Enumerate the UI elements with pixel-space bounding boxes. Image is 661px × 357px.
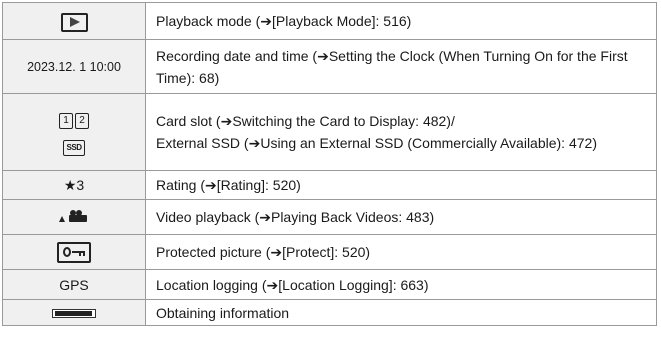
reference-text: Playing Back Videos: 483) bbox=[270, 209, 435, 225]
rating-icon: ★3 bbox=[63, 177, 85, 193]
description-text: Video playback ( bbox=[156, 209, 260, 225]
description-cell: Playback mode (➔[Playback Mode]: 516) bbox=[145, 2, 657, 40]
arrow-icon: ➔ bbox=[317, 47, 329, 64]
description-cell: Rating (➔[Rating]: 520) bbox=[145, 170, 657, 200]
description-cell: Card slot (➔Switching the Card to Displa… bbox=[145, 93, 657, 171]
table-row: 12 SSD Card slot (➔Switching the Card to… bbox=[2, 93, 657, 171]
obtaining-information-icon bbox=[52, 309, 96, 319]
playback-mode-icon bbox=[60, 12, 88, 32]
arrow-icon: ➔ bbox=[205, 177, 217, 193]
card-slot-2-icon: 2 bbox=[75, 112, 89, 129]
description-text: Protected picture ( bbox=[156, 244, 271, 260]
arrow-icon: ➔ bbox=[266, 276, 279, 293]
table-row: 2023.12. 1 10:00 Recording date and time… bbox=[2, 39, 657, 94]
description-text: Recording date and time ( bbox=[156, 47, 318, 64]
table-row: Playback mode (➔[Playback Mode]: 516) bbox=[2, 2, 657, 40]
icon-cell: 2023.12. 1 10:00 bbox=[2, 39, 146, 94]
external-ssd-icon: SSD bbox=[63, 139, 85, 156]
icon-cell: ★3 bbox=[2, 170, 146, 200]
reference-text: [Protect]: 520) bbox=[282, 244, 371, 260]
arrow-icon: ➔ bbox=[259, 209, 271, 225]
description-cell: Obtaining information bbox=[145, 299, 657, 326]
description-text: Location logging ( bbox=[156, 276, 267, 293]
arrow-icon: ➔ bbox=[220, 113, 233, 129]
table-row: Obtaining information bbox=[2, 299, 657, 326]
reference-text: [Playback Mode]: 516) bbox=[272, 13, 412, 29]
icon-cell bbox=[2, 2, 146, 40]
table-row: Protected picture (➔[Protect]: 520) bbox=[2, 234, 657, 270]
icon-cell bbox=[2, 299, 146, 326]
icon-cell bbox=[2, 234, 146, 270]
reference-text: [Location Logging]: 663) bbox=[278, 276, 429, 293]
description-cell: Recording date and time (➔Setting the Cl… bbox=[145, 39, 657, 94]
reference-text: Switching the Card to Display: 482)/ bbox=[232, 113, 455, 129]
table-row: Video playback (➔Playing Back Videos: 48… bbox=[2, 199, 657, 235]
reference-text: Using an External SSD (Commercially Avai… bbox=[260, 135, 597, 151]
display-icons-table: Playback mode (➔[Playback Mode]: 516) 20… bbox=[2, 2, 657, 326]
description-cell: Location logging (➔[Location Logging]: 6… bbox=[145, 269, 657, 300]
arrow-icon: ➔ bbox=[260, 13, 273, 29]
description-text: Rating ( bbox=[156, 177, 206, 193]
description-cell: Video playback (➔Playing Back Videos: 48… bbox=[145, 199, 657, 235]
description-text: Playback mode ( bbox=[156, 13, 261, 29]
description-cell: Protected picture (➔[Protect]: 520) bbox=[145, 234, 657, 270]
icon-cell bbox=[2, 199, 146, 235]
table-row: ★3 Rating (➔[Rating]: 520) bbox=[2, 170, 657, 200]
video-playback-icon bbox=[59, 210, 89, 222]
arrow-icon: ➔ bbox=[270, 244, 283, 260]
description-text: Obtaining information bbox=[156, 304, 290, 321]
reference-text: [Rating]: 520) bbox=[216, 177, 301, 193]
gps-icon: GPS bbox=[59, 276, 89, 293]
description-text: External SSD ( bbox=[156, 135, 249, 151]
card-slot-1-icon: 1 bbox=[59, 112, 73, 129]
icon-cell: 12 SSD bbox=[2, 93, 146, 171]
icon-cell: GPS bbox=[2, 269, 146, 300]
protect-icon bbox=[57, 242, 91, 264]
description-text: Card slot ( bbox=[156, 113, 221, 129]
arrow-icon: ➔ bbox=[248, 135, 261, 151]
date-time-display: 2023.12. 1 10:00 bbox=[27, 60, 121, 74]
table-row: GPS Location logging (➔[Location Logging… bbox=[2, 269, 657, 300]
